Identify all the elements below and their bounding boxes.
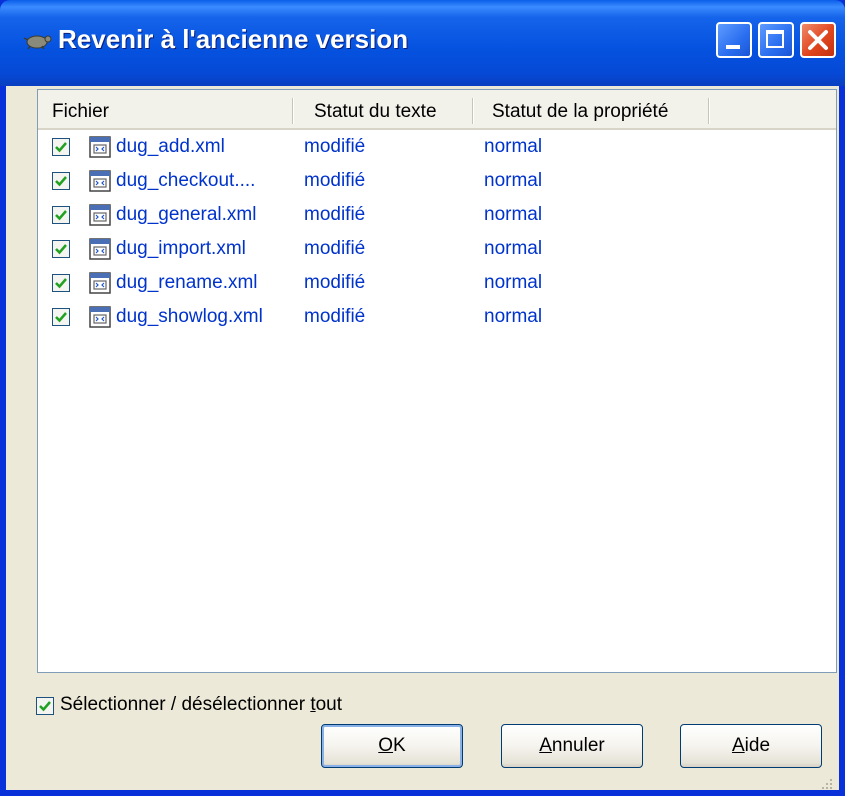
window-title: Revenir à l'ancienne version <box>58 24 409 54</box>
help-button[interactable]: Aide <box>680 724 822 768</box>
checkmark-icon <box>55 278 67 289</box>
xml-file-icon <box>89 272 111 294</box>
text-status: modifié <box>304 272 366 293</box>
file-name: dug_rename.xml <box>116 272 258 293</box>
row-checkbox[interactable] <box>52 172 70 190</box>
row-checkbox[interactable] <box>52 240 70 258</box>
xml-file-icon <box>89 170 111 192</box>
file-name: dug_add.xml <box>116 136 225 157</box>
column-header-property-status[interactable]: Statut de la propriété <box>478 90 708 128</box>
property-status: normal <box>484 204 543 225</box>
dialog-window: Revenir à l'ancienne version Fichier Sta… <box>0 0 845 796</box>
list-rows: dug_add.xml modifié normal dug_checkout.… <box>38 130 836 334</box>
cancel-button[interactable]: Annuler <box>501 724 643 768</box>
table-row[interactable]: dug_general.xml modifié normal <box>38 198 836 232</box>
text-status: modifié <box>304 238 366 259</box>
dialog-client-area: Fichier Statut du texte Statut de la pro… <box>6 86 839 790</box>
property-status: normal <box>484 306 543 327</box>
tortoise-svn-icon <box>23 35 52 50</box>
column-header-file[interactable]: Fichier <box>38 90 288 128</box>
checkmark-icon <box>55 210 67 221</box>
column-separator[interactable] <box>708 98 710 124</box>
file-list[interactable]: Fichier Statut du texte Statut de la pro… <box>37 89 837 673</box>
row-checkbox[interactable] <box>52 138 70 156</box>
text-status: modifié <box>304 170 366 191</box>
table-row[interactable]: dug_showlog.xml modifié normal <box>38 300 836 334</box>
checkmark-icon <box>55 176 67 187</box>
checkmark-icon <box>55 142 67 153</box>
checkmark-icon <box>39 701 51 712</box>
title-bar[interactable]: Revenir à l'ancienne version <box>0 0 845 86</box>
row-checkbox[interactable] <box>52 206 70 224</box>
checkmark-icon <box>55 244 67 255</box>
close-button[interactable] <box>800 22 836 58</box>
table-row[interactable]: dug_rename.xml modifié normal <box>38 266 836 300</box>
file-name: dug_general.xml <box>116 204 257 225</box>
table-row[interactable]: dug_import.xml modifié normal <box>38 232 836 266</box>
row-checkbox[interactable] <box>52 308 70 326</box>
property-status: normal <box>484 238 543 259</box>
property-status: normal <box>484 170 543 191</box>
text-status: modifié <box>304 204 366 225</box>
table-row[interactable]: dug_add.xml modifié normal <box>38 130 836 164</box>
resize-grip-icon[interactable] <box>819 776 833 790</box>
maximize-button[interactable] <box>758 22 794 58</box>
property-status: normal <box>484 136 543 157</box>
row-checkbox[interactable] <box>52 274 70 292</box>
text-status: modifié <box>304 306 366 327</box>
select-all-box[interactable] <box>36 697 54 715</box>
close-icon <box>808 30 828 50</box>
table-row[interactable]: dug_checkout.... modifié normal <box>38 164 836 198</box>
ok-button[interactable]: OK <box>321 724 463 768</box>
xml-file-icon <box>89 204 111 226</box>
text-status: modifié <box>304 136 366 157</box>
xml-file-icon <box>89 136 111 158</box>
file-name: dug_import.xml <box>116 238 246 259</box>
property-status: normal <box>484 272 543 293</box>
file-name: dug_showlog.xml <box>116 306 263 327</box>
xml-file-icon <box>89 306 111 328</box>
column-separator[interactable] <box>472 98 474 124</box>
xml-file-icon <box>89 238 111 260</box>
column-separator[interactable] <box>292 98 294 124</box>
select-all-label: Sélectionner / désélectionner tout <box>60 694 343 715</box>
column-header-text-status[interactable]: Statut du texte <box>300 90 472 128</box>
file-name: dug_checkout.... <box>116 170 256 191</box>
list-header: Fichier Statut du texte Statut de la pro… <box>38 90 836 130</box>
checkmark-icon <box>55 312 67 323</box>
minimize-button[interactable] <box>716 22 752 58</box>
